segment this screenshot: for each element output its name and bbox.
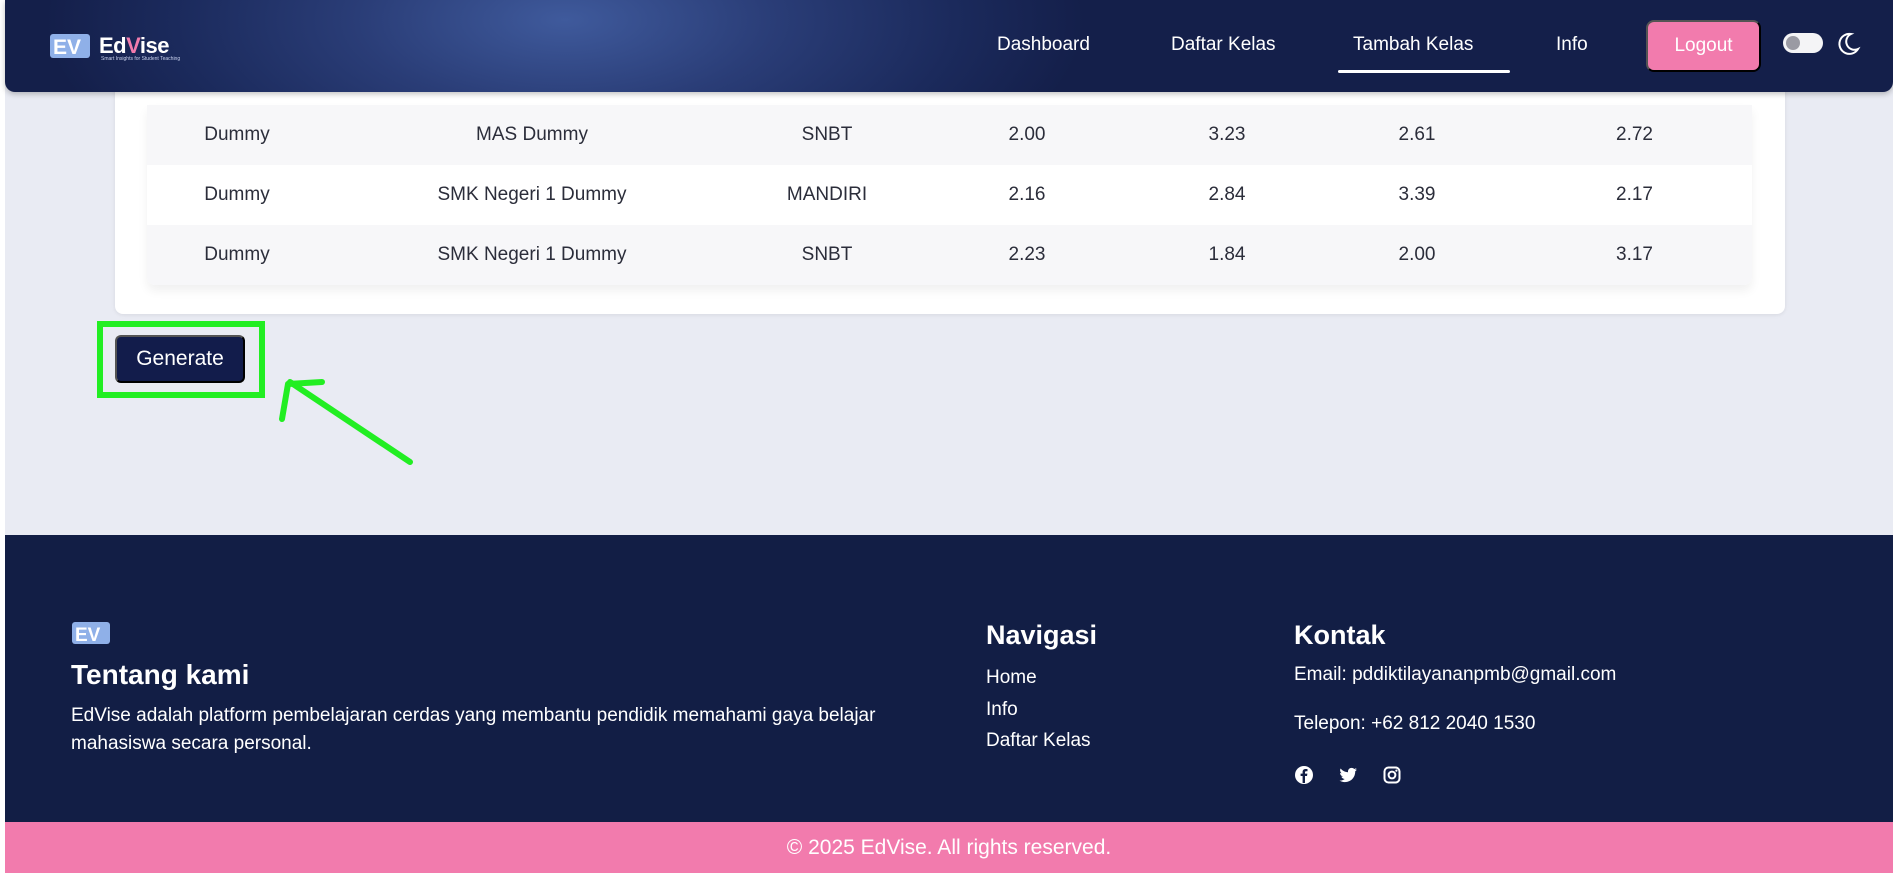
instagram-icon[interactable] bbox=[1382, 765, 1402, 785]
moon-icon[interactable] bbox=[1835, 31, 1861, 57]
top-navbar: EV EdVise Smart Insights for Student Tea… bbox=[5, 0, 1893, 92]
table-cell: SMK Negeri 1 Dummy bbox=[437, 184, 627, 205]
table-cell: 2.00 bbox=[1398, 244, 1436, 265]
nav-info[interactable]: Info bbox=[1556, 34, 1588, 56]
class-table: Dummy MAS Dummy SNBT 2.00 3.23 2.61 2.72… bbox=[147, 105, 1752, 285]
table-cell: 2.61 bbox=[1398, 124, 1436, 145]
table-cell: MAS Dummy bbox=[476, 124, 588, 145]
copyright-bar: © 2025 EdVise. All rights reserved. bbox=[5, 822, 1893, 873]
table-cell: SNBT bbox=[801, 244, 853, 265]
footer-link-daftar-kelas[interactable]: Daftar Kelas bbox=[986, 730, 1091, 752]
brand-logo[interactable]: EV EdVise Smart Insights for Student Tea… bbox=[49, 28, 180, 64]
toggle-knob bbox=[1786, 36, 1800, 50]
table-cell: SNBT bbox=[801, 124, 853, 145]
table-cell: 2.16 bbox=[1008, 184, 1046, 205]
about-text: EdVise adalah platform pembelajaran cerd… bbox=[71, 705, 876, 754]
about-title: Tentang kami bbox=[71, 659, 250, 690]
table-cell: 1.84 bbox=[1208, 244, 1246, 265]
brand-tagline: Smart Insights for Student Teaching bbox=[101, 56, 181, 62]
active-nav-indicator bbox=[1338, 70, 1510, 73]
facebook-icon[interactable] bbox=[1294, 765, 1314, 785]
pointer-arrow-icon bbox=[279, 379, 413, 465]
table-cell: MANDIRI bbox=[786, 184, 868, 205]
nav-dashboard[interactable]: Dashboard bbox=[997, 34, 1090, 56]
table-cell: Dummy bbox=[204, 184, 270, 205]
site-footer: EV Tentang kami EdVise adalah platform p… bbox=[5, 535, 1893, 822]
contact-email: Email: pddiktilayananpmb@gmail.com bbox=[1294, 664, 1617, 685]
table-cell: 2.72 bbox=[1616, 124, 1653, 145]
table-row: Dummy SMK Negeri 1 Dummy SNBT 2.23 1.84 … bbox=[147, 225, 1752, 285]
contact-phone: Telepon: +62 812 2040 1530 bbox=[1294, 713, 1536, 734]
brand-name: EdVise bbox=[99, 33, 170, 58]
footer-nav-title: Navigasi bbox=[986, 620, 1098, 650]
footer-link-info[interactable]: Info bbox=[986, 699, 1018, 721]
footer-logo-icon: EV bbox=[71, 620, 111, 646]
table-cell: SMK Negeri 1 Dummy bbox=[437, 244, 627, 265]
contact-title: Kontak bbox=[1294, 620, 1386, 650]
footer-link-home[interactable]: Home bbox=[986, 667, 1037, 689]
table-cell: Dummy bbox=[204, 244, 270, 265]
table-cell: 3.23 bbox=[1208, 124, 1246, 145]
table-cell: Dummy bbox=[204, 124, 270, 145]
table-cell: 2.23 bbox=[1008, 244, 1046, 265]
generate-button[interactable]: Generate bbox=[115, 335, 245, 383]
logo-mark-icon: EV bbox=[49, 31, 91, 61]
logout-button[interactable]: Logout bbox=[1646, 20, 1761, 72]
table-cell: 2.00 bbox=[1008, 124, 1046, 145]
theme-toggle[interactable] bbox=[1783, 33, 1823, 53]
table-row: Dummy MAS Dummy SNBT 2.00 3.23 2.61 2.72 bbox=[147, 105, 1752, 165]
table-cell: 3.39 bbox=[1398, 184, 1436, 205]
table-cell: 3.17 bbox=[1616, 244, 1653, 265]
table-cell: 2.84 bbox=[1208, 184, 1246, 205]
svg-text:EV: EV bbox=[75, 625, 101, 646]
svg-text:EV: EV bbox=[53, 36, 81, 59]
table-cell: 2.17 bbox=[1616, 184, 1653, 205]
twitter-icon[interactable] bbox=[1338, 765, 1358, 785]
table-row: Dummy SMK Negeri 1 Dummy MANDIRI 2.16 2.… bbox=[147, 165, 1752, 225]
nav-tambah-kelas[interactable]: Tambah Kelas bbox=[1353, 34, 1473, 56]
nav-daftar-kelas[interactable]: Daftar Kelas bbox=[1171, 34, 1276, 56]
